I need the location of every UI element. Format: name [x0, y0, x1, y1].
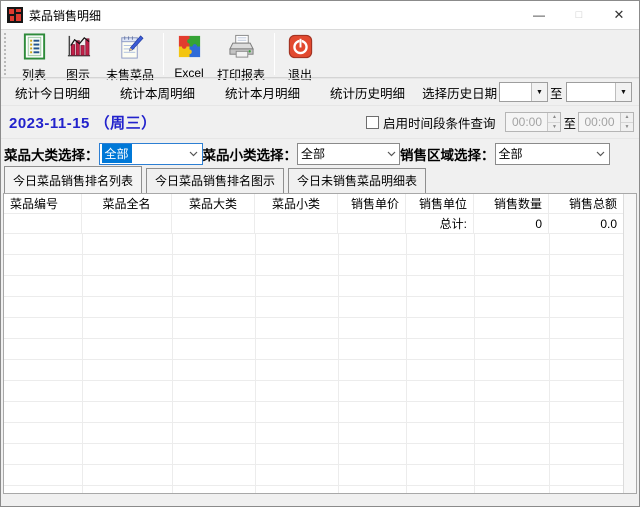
column-header-dish-id: 菜品编号: [4, 194, 82, 214]
tab-today-sales-ranking-list[interactable]: 今日菜品销售排名列表: [4, 166, 142, 193]
stat-button-today[interactable]: 统计今日明细: [15, 83, 90, 102]
toolbar: 列表 图示 未售菜品 Excel 打印报表: [1, 29, 639, 78]
close-button[interactable]: ✕: [599, 1, 639, 29]
minimize-button[interactable]: —: [519, 1, 559, 29]
to-label: 至: [563, 113, 576, 132]
total-quantity-value: 0: [474, 214, 549, 234]
chevron-down-icon[interactable]: [593, 151, 609, 157]
toolbar-button-chart[interactable]: 图示: [56, 32, 100, 84]
window-controls: — □ ✕: [519, 1, 639, 29]
major-category-label: 菜品大类选择：: [4, 144, 99, 164]
major-category-value: 全部: [102, 144, 132, 163]
tab-today-unsold-dishes-detail[interactable]: 今日未销售菜品明细表: [288, 168, 426, 193]
time-to-spinner: 00:00 ▲▼: [578, 112, 634, 132]
column-header-total-amount: 销售总额: [549, 194, 623, 214]
major-category-combobox[interactable]: 全部: [99, 143, 203, 165]
table-header-row: 菜品编号 菜品全名 菜品大类 菜品小类 销售单价 销售单位 销售数量 销售总额: [4, 194, 623, 214]
notepad-pencil-icon: [117, 33, 144, 65]
table-total-row: 总计: 0 0.0: [4, 214, 623, 234]
history-date-label: 选择历史日期: [422, 83, 497, 102]
grid-area: 菜品编号 菜品全名 菜品大类 菜品小类 销售单价 销售单位 销售数量 销售总额 …: [4, 194, 623, 493]
chevron-down-icon[interactable]: [383, 151, 399, 157]
sales-region-label: 销售区域选择：: [400, 144, 495, 164]
time-filter-group: 启用时间段条件查询 00:00 ▲▼ 至 00:00 ▲▼: [366, 112, 634, 132]
table-empty-body: [4, 234, 623, 493]
date-row: 2023-11-15 （周三） 启用时间段条件查询 00:00 ▲▼ 至 00:…: [1, 105, 639, 138]
toolbar-gripper: [4, 33, 9, 75]
printer-icon: [228, 33, 255, 65]
bar-chart-icon: [65, 33, 92, 65]
total-amount-value: 0.0: [549, 214, 623, 234]
toolbar-separator: [163, 33, 164, 75]
titlebar: 菜品销售明细 — □ ✕: [1, 1, 639, 29]
exit-power-icon: [287, 33, 314, 65]
dropdown-arrow-icon[interactable]: ▼: [531, 83, 547, 101]
sales-detail-table: 菜品编号 菜品全名 菜品大类 菜品小类 销售单价 销售单位 销售数量 销售总额 …: [3, 193, 637, 494]
list-icon: [21, 33, 48, 65]
column-header-sales-unit: 销售单位: [406, 194, 474, 214]
total-row-cell: [82, 214, 172, 234]
total-row-cell: [338, 214, 406, 234]
spinner-arrows-icon: ▲▼: [547, 113, 560, 131]
sales-region-value: 全部: [496, 145, 593, 162]
minor-category-combobox[interactable]: 全部: [297, 143, 400, 165]
column-header-quantity: 销售数量: [474, 194, 549, 214]
app-icon: [7, 7, 23, 23]
current-date-label: 2023-11-15 （周三）: [9, 112, 157, 133]
minor-category-label: 菜品小类选择：: [203, 144, 298, 164]
time-to-value: 00:00: [579, 115, 620, 129]
total-row-cell: [4, 214, 82, 234]
chevron-down-icon[interactable]: [186, 151, 202, 157]
dropdown-arrow-icon[interactable]: ▼: [615, 83, 631, 101]
filter-row: 菜品大类选择： 全部 菜品小类选择： 全部 销售区域选择： 全部: [1, 138, 639, 168]
column-header-dish-name: 菜品全名: [82, 194, 172, 214]
column-header-major-category: 菜品大类: [172, 194, 255, 214]
toolbar-button-exit[interactable]: 退出: [278, 32, 322, 84]
minor-category-value: 全部: [298, 145, 383, 162]
toolbar-button-list[interactable]: 列表: [12, 32, 56, 84]
total-label: 总计:: [406, 214, 474, 234]
history-date-from-combobox[interactable]: ▼: [499, 82, 548, 102]
total-row-cell: [172, 214, 255, 234]
window-bottom-strip: [1, 494, 639, 506]
toolbar-button-excel[interactable]: Excel: [167, 32, 211, 81]
window-title: 菜品销售明细: [29, 7, 101, 24]
stat-button-history[interactable]: 统计历史明细: [330, 83, 405, 102]
spinner-arrows-icon: ▲▼: [620, 113, 633, 131]
stat-button-week[interactable]: 统计本周明细: [120, 83, 195, 102]
toolbar-button-print[interactable]: 打印报表: [211, 32, 271, 84]
total-row-cell: [255, 214, 338, 234]
app-window: 菜品销售明细 — □ ✕ 列表 图示 未售菜品: [0, 0, 640, 507]
time-from-spinner: 00:00 ▲▼: [505, 112, 561, 132]
sales-region-combobox[interactable]: 全部: [495, 143, 610, 165]
vertical-scrollbar[interactable]: [623, 194, 636, 493]
maximize-button: □: [559, 1, 599, 29]
stat-button-month[interactable]: 统计本月明细: [225, 83, 300, 102]
column-header-minor-category: 菜品小类: [255, 194, 338, 214]
time-filter-checkbox[interactable]: [366, 116, 379, 129]
tab-today-sales-ranking-chart[interactable]: 今日菜品销售排名图示: [146, 168, 284, 193]
time-from-value: 00:00: [506, 115, 547, 129]
history-date-to-combobox[interactable]: ▼: [566, 82, 632, 102]
tabs-row: 今日菜品销售排名列表 今日菜品销售排名图示 今日未销售菜品明细表: [1, 168, 639, 193]
puzzle-icon: [176, 33, 203, 65]
column-header-unit-price: 销售单价: [338, 194, 406, 214]
toolbar-button-unsold-dishes[interactable]: 未售菜品: [100, 32, 160, 84]
to-label: 至: [550, 83, 563, 102]
stats-row: 统计今日明细 统计本周明细 统计本月明细 统计历史明细 选择历史日期 ▼ 至 ▼: [1, 78, 639, 105]
time-filter-checkbox-label: 启用时间段条件查询: [383, 113, 496, 132]
toolbar-separator: [274, 33, 275, 75]
